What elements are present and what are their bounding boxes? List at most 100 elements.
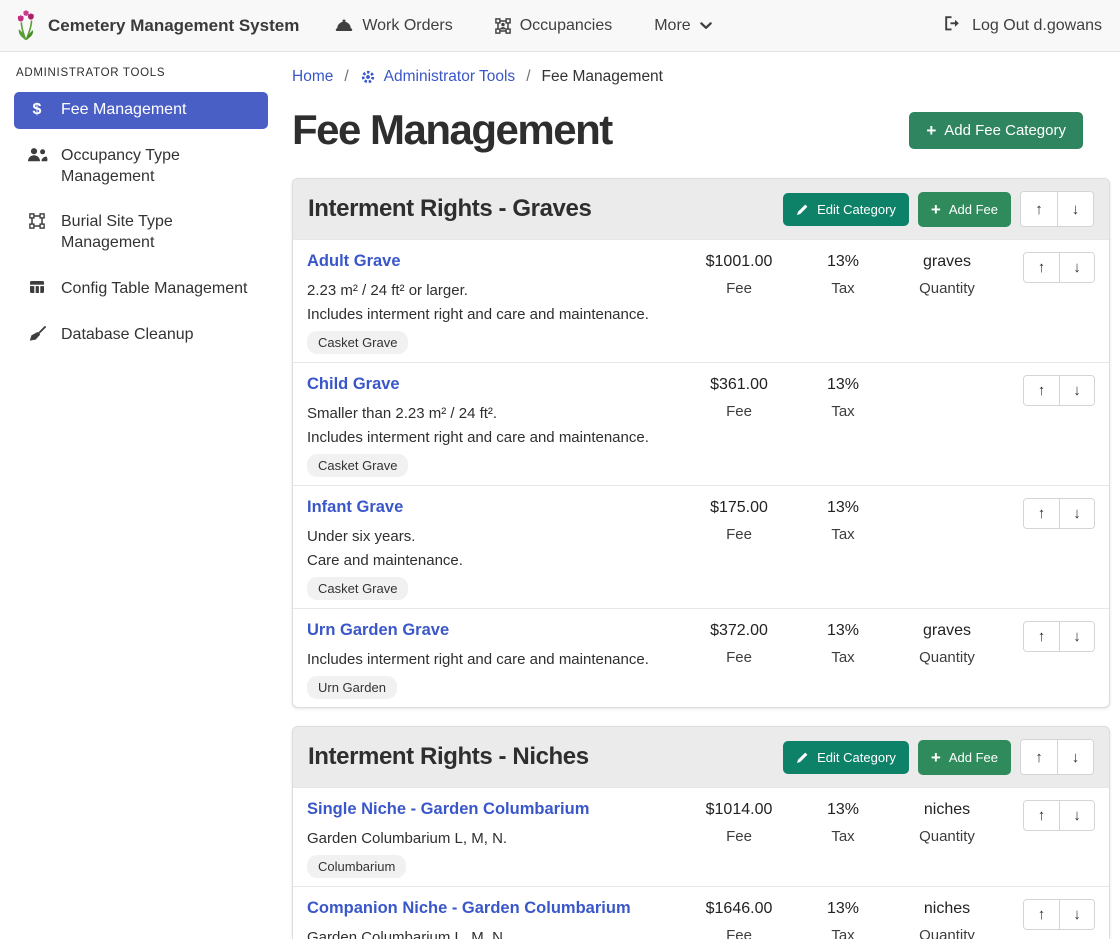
- move-category-up-button[interactable]: ↑: [1021, 192, 1057, 226]
- move-fee-down-button[interactable]: ↓: [1059, 253, 1094, 282]
- sidebar-item-database-cleanup[interactable]: Database Cleanup: [14, 317, 268, 354]
- fee-amount-value: $372.00: [687, 622, 791, 640]
- sidebar-item-config-table-management[interactable]: Config Table Management: [14, 271, 268, 308]
- fee-reorder-group: ↑ ↓: [1023, 899, 1095, 930]
- fee-name-link[interactable]: Child Grave: [307, 375, 400, 394]
- move-fee-down-button[interactable]: ↓: [1059, 801, 1094, 830]
- plus-icon: +: [931, 749, 941, 766]
- tax-label: Tax: [791, 280, 895, 297]
- sidebar-item-occupancy-type-management[interactable]: Occupancy Type Management: [14, 138, 268, 196]
- breadcrumb-separator: /: [526, 68, 530, 86]
- fee-amount-cell: $1646.00 Fee: [687, 897, 791, 939]
- nav-occupancies[interactable]: Occupancies: [495, 17, 613, 35]
- up-arrow-icon: ↑: [1038, 807, 1046, 824]
- fee-type-badge: Casket Grave: [307, 577, 408, 600]
- move-category-up-button[interactable]: ↑: [1021, 740, 1057, 774]
- fee-info: Urn Garden Grave Includes interment righ…: [307, 619, 687, 699]
- fee-badges: Casket Grave: [307, 577, 681, 600]
- fee-descriptions: Smaller than 2.23 m² / 24 ft².Includes i…: [307, 405, 681, 447]
- move-fee-down-button[interactable]: ↓: [1059, 499, 1094, 528]
- nav-work-orders[interactable]: Work Orders: [335, 17, 452, 35]
- edit-category-button[interactable]: Edit Category: [783, 741, 909, 774]
- fee-info: Single Niche - Garden Columbarium Garden…: [307, 798, 687, 878]
- up-arrow-icon: ↑: [1035, 749, 1043, 766]
- breadcrumb-separator: /: [344, 68, 348, 86]
- edit-category-button[interactable]: Edit Category: [783, 193, 909, 226]
- move-fee-up-button[interactable]: ↑: [1024, 622, 1059, 651]
- fee-name-link[interactable]: Single Niche - Garden Columbarium: [307, 800, 589, 819]
- nav-occupancies-label: Occupancies: [520, 17, 613, 35]
- fee-reorder-group: ↑ ↓: [1023, 621, 1095, 652]
- move-fee-up-button[interactable]: ↑: [1024, 801, 1059, 830]
- sign-out-icon: [944, 16, 962, 36]
- down-arrow-icon: ↓: [1073, 906, 1081, 923]
- fee-row: Child Grave Smaller than 2.23 m² / 24 ft…: [293, 362, 1109, 485]
- move-fee-up-button[interactable]: ↑: [1024, 499, 1059, 528]
- fee-row: Urn Garden Grave Includes interment righ…: [293, 608, 1109, 707]
- fee-name-link[interactable]: Urn Garden Grave: [307, 621, 449, 640]
- move-fee-down-button[interactable]: ↓: [1059, 900, 1094, 929]
- fee-reorder-actions: ↑ ↓: [999, 619, 1095, 652]
- fee-reorder-actions: ↑ ↓: [999, 897, 1095, 930]
- add-fee-button[interactable]: + Add Fee: [918, 740, 1011, 775]
- category-header: Interment Rights - Graves Edit Category …: [293, 179, 1109, 239]
- fee-name-link[interactable]: Infant Grave: [307, 498, 403, 517]
- plus-icon: +: [926, 122, 936, 139]
- sidebar-item-fee-management[interactable]: $ Fee Management: [14, 92, 268, 129]
- up-arrow-icon: ↑: [1038, 259, 1046, 276]
- fee-rows: Single Niche - Garden Columbarium Garden…: [293, 787, 1109, 939]
- gear-icon: [360, 69, 376, 85]
- fee-label: Fee: [687, 403, 791, 420]
- app-brand[interactable]: Cemetery Management System: [14, 10, 299, 42]
- nav-more-label: More: [654, 17, 690, 35]
- sidebar-item-burial-site-type-management[interactable]: Burial Site Type Management: [14, 204, 268, 262]
- fee-amount-value: $1014.00: [687, 801, 791, 819]
- fee-name-link[interactable]: Adult Grave: [307, 252, 401, 271]
- fee-row: Single Niche - Garden Columbarium Garden…: [293, 787, 1109, 886]
- move-category-down-button[interactable]: ↓: [1057, 192, 1093, 226]
- tax-value: 13%: [791, 499, 895, 517]
- down-arrow-icon: ↓: [1073, 628, 1081, 645]
- edit-category-label: Edit Category: [817, 202, 896, 217]
- fee-amount-cell: $1014.00 Fee: [687, 798, 791, 845]
- move-fee-down-button[interactable]: ↓: [1059, 622, 1094, 651]
- fee-info: Adult Grave 2.23 m² / 24 ft² or larger.I…: [307, 250, 687, 354]
- tax-label: Tax: [791, 828, 895, 845]
- fee-amount-value: $1646.00: [687, 900, 791, 918]
- category-header: Interment Rights - Niches Edit Category …: [293, 727, 1109, 787]
- breadcrumb-admin-tools-link[interactable]: Administrator Tools: [360, 68, 516, 86]
- move-category-down-button[interactable]: ↓: [1057, 740, 1093, 774]
- add-fee-button[interactable]: + Add Fee: [918, 192, 1011, 227]
- down-arrow-icon: ↓: [1072, 201, 1080, 218]
- tax-cell: 13% Tax: [791, 619, 895, 666]
- move-fee-down-button[interactable]: ↓: [1059, 376, 1094, 405]
- add-fee-category-button[interactable]: + Add Fee Category: [909, 112, 1083, 149]
- quantity-value: graves: [895, 622, 999, 640]
- admin-sidebar: ADMINISTRATOR TOOLS $ Fee Management Occ…: [0, 52, 280, 939]
- breadcrumb-home-link[interactable]: Home: [292, 68, 333, 86]
- tax-cell: 13% Tax: [791, 373, 895, 420]
- logout-label: Log Out d.gowans: [972, 17, 1102, 35]
- breadcrumb: Home / Administrator Tools / Fee Managem…: [292, 68, 1110, 86]
- sidebar-item-label: Burial Site Type Management: [61, 212, 256, 254]
- fee-descriptions: Garden Columbarium L, M, N,: [307, 929, 681, 939]
- logout-button[interactable]: Log Out d.gowans: [944, 16, 1102, 36]
- fee-badges: Urn Garden: [307, 676, 681, 699]
- fee-type-badge: Urn Garden: [307, 676, 397, 699]
- chevron-down-icon: [700, 22, 712, 30]
- edit-category-label: Edit Category: [817, 750, 896, 765]
- move-fee-up-button[interactable]: ↑: [1024, 376, 1059, 405]
- move-fee-up-button[interactable]: ↑: [1024, 253, 1059, 282]
- broom-icon: [26, 325, 48, 341]
- nav-more[interactable]: More: [654, 17, 711, 35]
- quantity-label: Quantity: [895, 649, 999, 666]
- fee-description: Includes interment right and care and ma…: [307, 429, 681, 447]
- fee-row: Infant Grave Under six years.Care and ma…: [293, 485, 1109, 608]
- fee-type-badge: Casket Grave: [307, 454, 408, 477]
- quantity-value: graves: [895, 253, 999, 271]
- fee-descriptions: Includes interment right and care and ma…: [307, 651, 681, 669]
- fee-name-link[interactable]: Companion Niche - Garden Columbarium: [307, 899, 631, 918]
- breadcrumb-current: Fee Management: [542, 68, 664, 86]
- sidebar-item-label: Config Table Management: [61, 279, 248, 300]
- move-fee-up-button[interactable]: ↑: [1024, 900, 1059, 929]
